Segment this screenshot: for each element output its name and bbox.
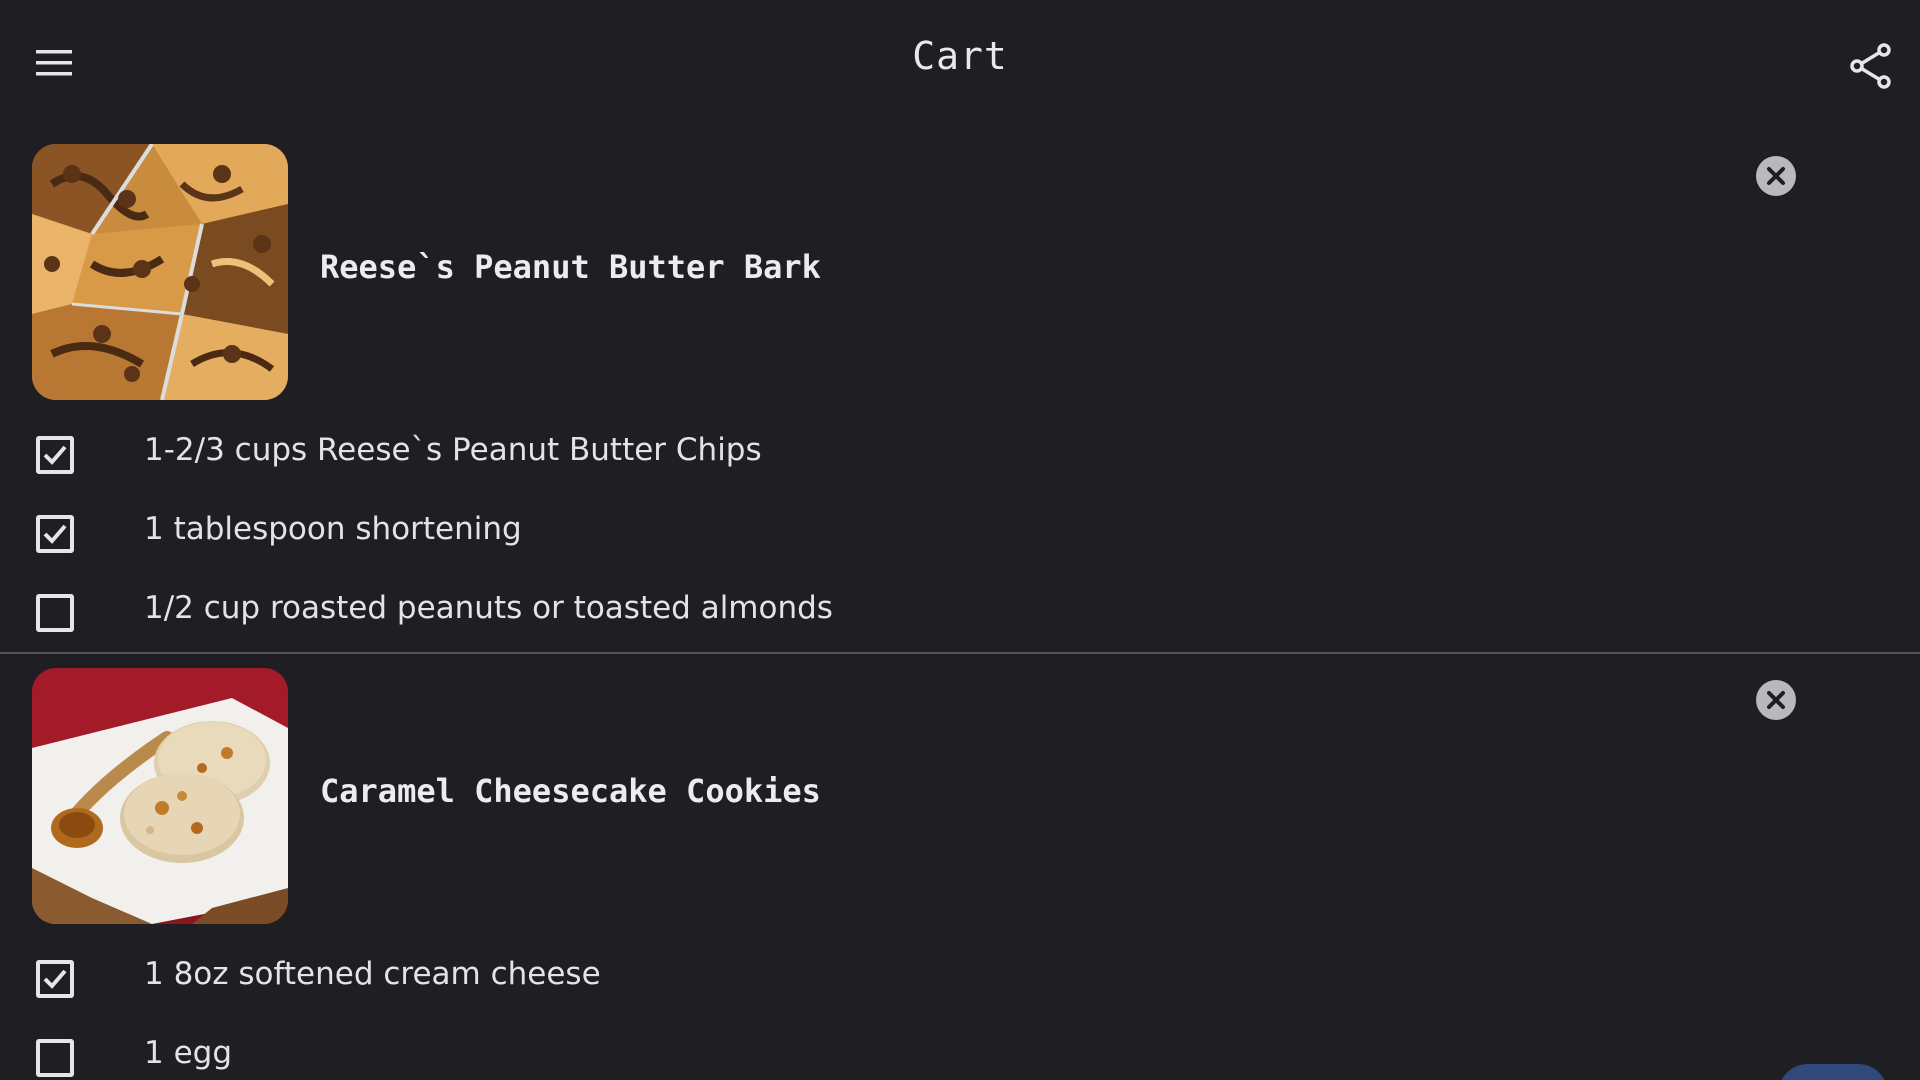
ingredient-label: 1/2 cup roasted peanuts or toasted almon… — [144, 590, 833, 626]
share-icon — [1850, 43, 1891, 89]
ingredient-row[interactable]: 1-2/3 cups Reese`s Peanut Butter Chips — [0, 422, 1920, 501]
divider — [0, 652, 1920, 654]
cart-screen: Cart Reese`s Peanut Butter Bark 1-2/3 cu… — [0, 0, 1920, 1080]
ingredient-checkbox[interactable] — [36, 594, 74, 632]
ingredient-list: 1 8oz softened cream cheese 1 egg — [0, 946, 1920, 1080]
ingredient-checkbox[interactable] — [36, 515, 74, 553]
ingredient-label: 1 egg — [144, 1035, 233, 1071]
close-circle-icon — [1767, 691, 1785, 709]
recipe-card: Reese`s Peanut Butter Bark 1-2/3 cups Re… — [0, 144, 1920, 652]
recipe-image[interactable] — [32, 668, 288, 924]
checkmark-icon — [43, 524, 67, 544]
ingredient-list: 1-2/3 cups Reese`s Peanut Butter Chips 1… — [0, 422, 1920, 659]
ingredient-checkbox[interactable] — [36, 960, 74, 998]
recipe-title[interactable]: Reese`s Peanut Butter Bark — [320, 248, 821, 286]
checkmark-icon — [43, 445, 67, 465]
ingredient-row[interactable]: 1/2 cup roasted peanuts or toasted almon… — [0, 580, 1920, 659]
ingredient-row[interactable]: 1 tablespoon shortening — [0, 501, 1920, 580]
ingredient-checkbox[interactable] — [36, 1039, 74, 1077]
recipe-image[interactable] — [32, 144, 288, 400]
recipe-card: Caramel Cheesecake Cookies 1 8oz softene… — [0, 668, 1920, 1080]
ingredient-label: 1 8oz softened cream cheese — [144, 956, 601, 992]
ingredient-checkbox[interactable] — [36, 436, 74, 474]
floating-action-button[interactable] — [1778, 1064, 1888, 1080]
app-bar: Cart — [0, 0, 1920, 124]
close-circle-icon — [1767, 167, 1785, 185]
remove-recipe-button[interactable] — [1756, 680, 1796, 720]
remove-recipe-button[interactable] — [1756, 156, 1796, 196]
ingredient-label: 1 tablespoon shortening — [144, 511, 522, 547]
ingredient-row[interactable]: 1 egg — [0, 1025, 1920, 1080]
peanut-butter-bark-photo — [32, 144, 288, 400]
ingredient-row[interactable]: 1 8oz softened cream cheese — [0, 946, 1920, 1025]
caramel-cheesecake-cookies-photo — [32, 668, 288, 924]
ingredient-label: 1-2/3 cups Reese`s Peanut Butter Chips — [144, 432, 762, 468]
share-button[interactable] — [1848, 42, 1896, 90]
checkmark-icon — [43, 969, 67, 989]
recipe-title[interactable]: Caramel Cheesecake Cookies — [320, 772, 821, 810]
page-title: Cart — [912, 34, 1008, 78]
